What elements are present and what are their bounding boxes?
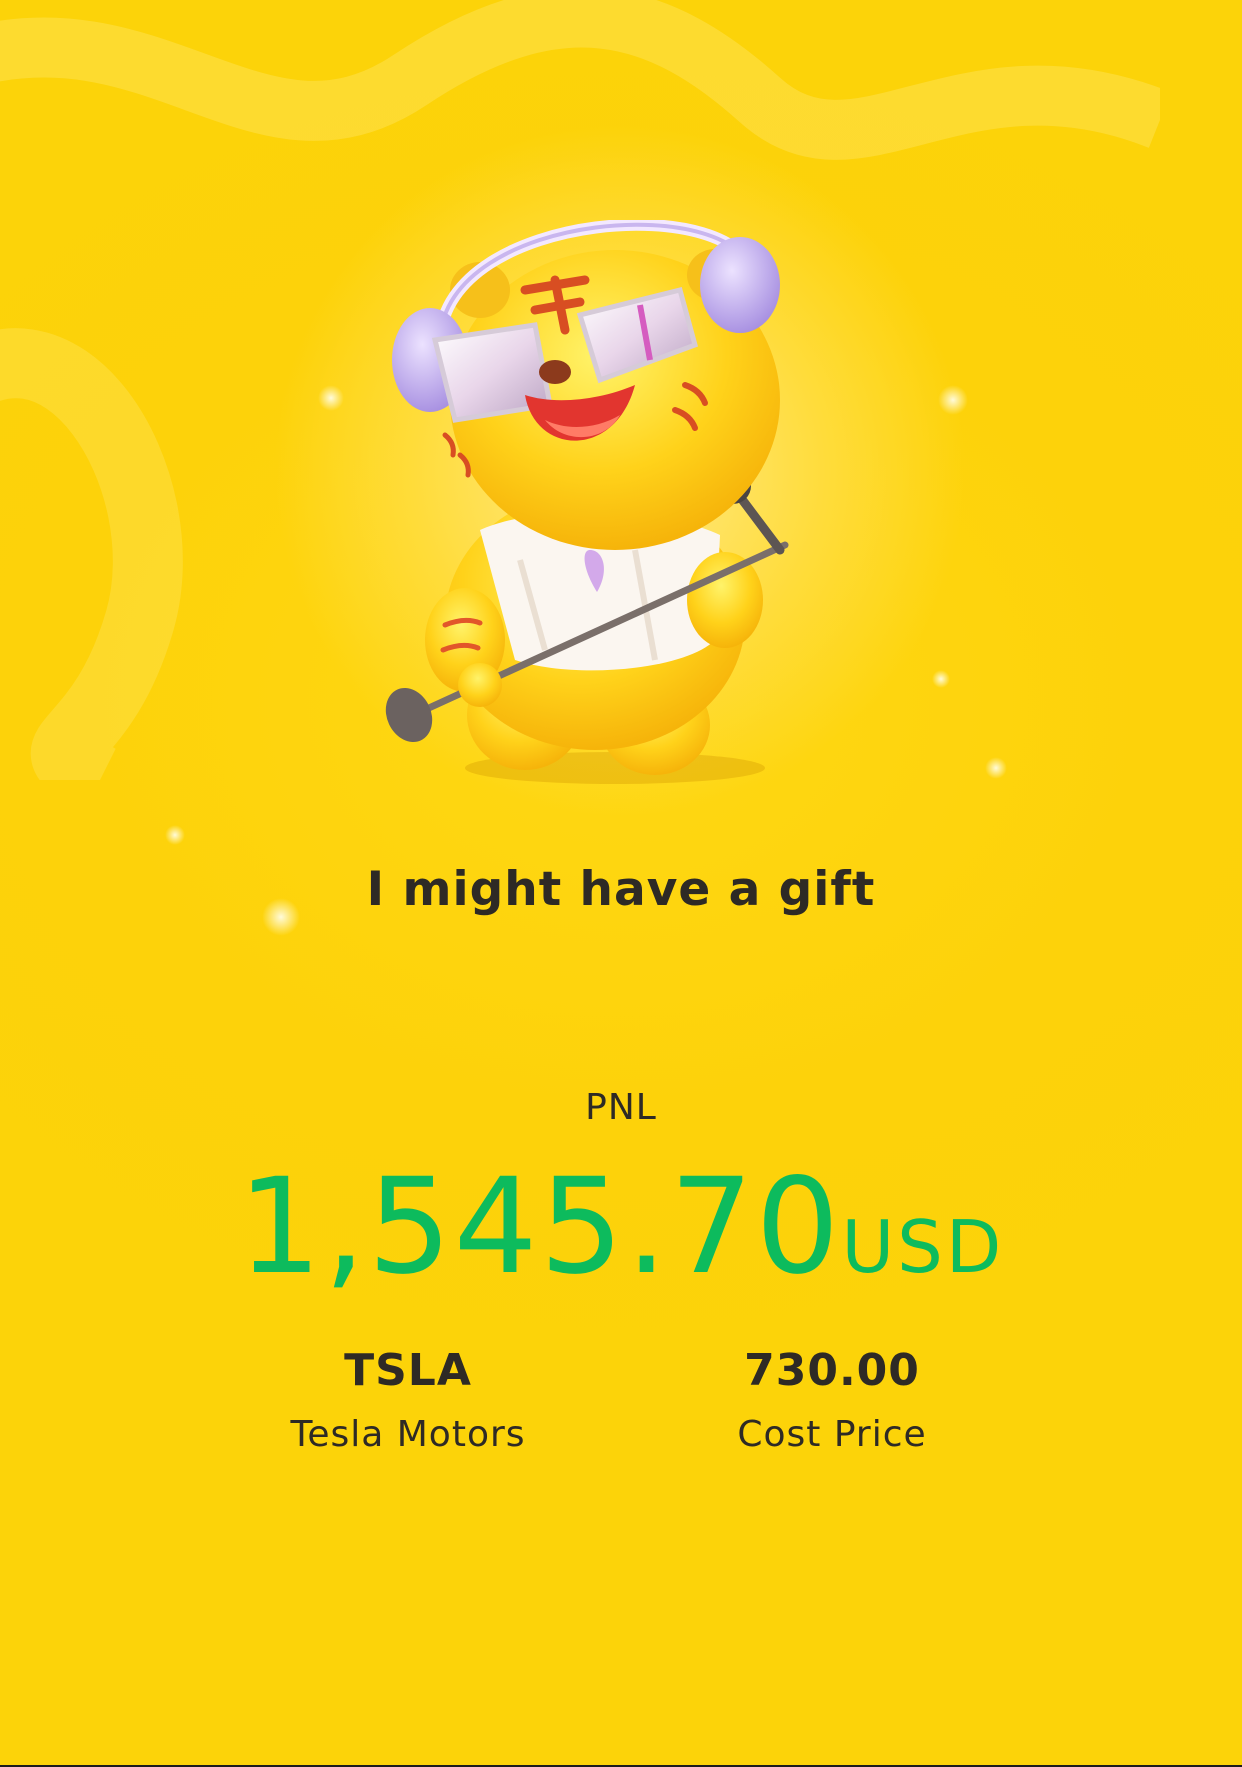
sparkle (318, 385, 344, 411)
gift-headline: I might have a gift (366, 862, 876, 917)
pnl-label: PNL (585, 1087, 657, 1128)
sparkle (932, 670, 950, 688)
pnl-currency: USD (841, 1205, 1005, 1289)
tiger-mascot-illustration (385, 220, 789, 784)
cost-price-label: Cost Price (737, 1414, 927, 1455)
sparkle (938, 385, 968, 415)
pnl-share-card: I might have a gift PNL 1,545.70USD TSLA… (0, 0, 1242, 1767)
stock-info: TSLA Tesla Motors (228, 1345, 588, 1455)
stock-name: Tesla Motors (290, 1414, 526, 1455)
pnl-amount: 1,545.70 (237, 1150, 842, 1304)
sparkle (165, 825, 185, 845)
stock-ticker: TSLA (344, 1345, 472, 1396)
cost-info: 730.00 Cost Price (652, 1345, 1012, 1455)
pnl-value: 1,545.70USD (0, 1150, 1242, 1304)
cost-price-value: 730.00 (744, 1345, 920, 1396)
sparkle (985, 757, 1007, 779)
